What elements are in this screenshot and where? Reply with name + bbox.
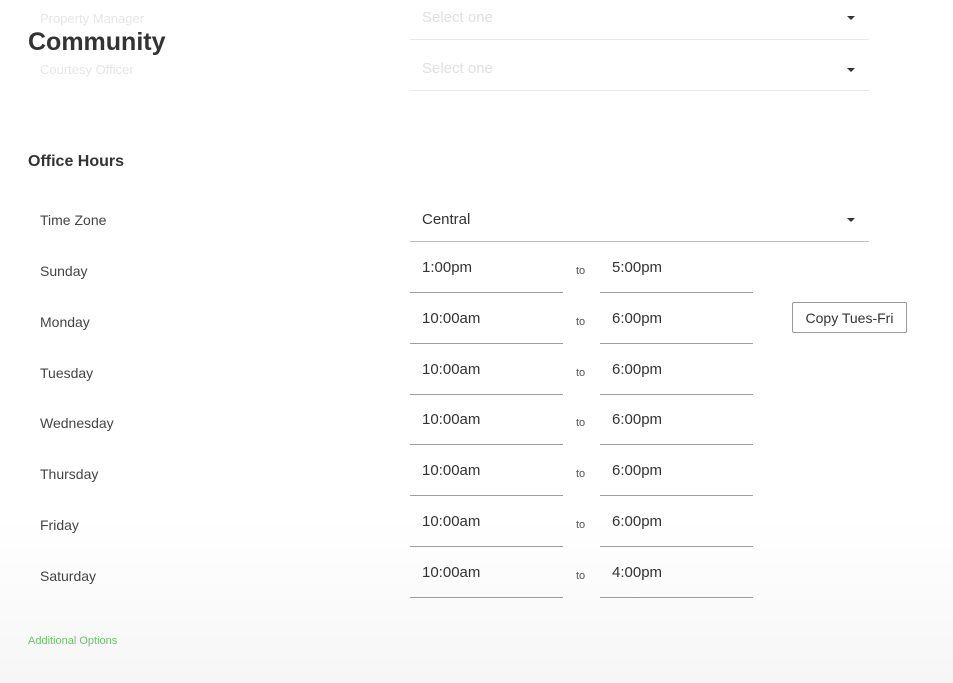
open-time-value: 10:00am [422, 462, 481, 479]
courtesy-officer-select[interactable]: Select one [410, 40, 869, 91]
close-time-value: 6:00pm [612, 462, 663, 479]
open-time-input[interactable]: 10:00am [410, 344, 563, 395]
close-time-input[interactable]: 6:00pm [600, 293, 753, 344]
open-time-value: 10:00am [422, 310, 481, 327]
close-time-input[interactable]: 6:00pm [600, 445, 753, 496]
day-label: Friday [40, 517, 79, 533]
time-zone-value: Central [422, 211, 471, 228]
day-label: Tuesday [40, 365, 94, 381]
open-time-value: 10:00am [422, 361, 481, 378]
to-label: to [576, 417, 586, 429]
page-title: Community [28, 28, 166, 56]
additional-options-link[interactable]: Additional Options [28, 635, 117, 647]
caret-down-icon [847, 16, 855, 20]
close-time-value: 6:00pm [612, 513, 663, 530]
open-time-input[interactable]: 10:00am [410, 496, 563, 547]
open-time-value: 10:00am [422, 513, 481, 530]
close-time-input[interactable]: 6:00pm [600, 344, 753, 395]
to-label: to [576, 570, 586, 582]
close-time-input[interactable]: 5:00pm [600, 242, 753, 293]
to-label: to [576, 468, 586, 480]
property-manager-placeholder: Select one [422, 9, 493, 26]
to-label: to [576, 265, 586, 277]
to-label: to [576, 367, 586, 379]
open-time-value: 10:00am [422, 564, 481, 581]
close-time-input[interactable]: 6:00pm [600, 394, 753, 445]
copy-tues-fri-button[interactable]: Copy Tues-Fri [792, 302, 907, 333]
day-label: Saturday [40, 568, 97, 584]
day-label: Monday [40, 314, 90, 330]
courtesy-officer-placeholder: Select one [422, 60, 493, 77]
open-time-input[interactable]: 10:00am [410, 445, 563, 496]
office-hours-title: Office Hours [28, 153, 125, 170]
time-zone-label: Time Zone [40, 212, 107, 228]
open-time-value: 1:00pm [422, 259, 473, 276]
property-manager-select[interactable]: Select one [410, 0, 869, 40]
day-label: Wednesday [40, 415, 114, 431]
close-time-value: 6:00pm [612, 411, 663, 428]
property-manager-label: Property Manager [40, 11, 145, 26]
close-time-input[interactable]: 6:00pm [600, 496, 753, 547]
close-time-value: 4:00pm [612, 564, 663, 581]
time-zone-select[interactable]: Central [410, 191, 869, 242]
caret-down-icon [847, 218, 855, 222]
close-time-input[interactable]: 4:00pm [600, 547, 753, 598]
courtesy-officer-label: Courtesy Officer [40, 62, 134, 77]
close-time-value: 6:00pm [612, 310, 663, 327]
to-label: to [576, 316, 586, 328]
close-time-value: 6:00pm [612, 361, 663, 378]
caret-down-icon [847, 68, 855, 72]
open-time-input[interactable]: 10:00am [410, 394, 563, 445]
day-label: Sunday [40, 263, 88, 279]
to-label: to [576, 519, 586, 531]
open-time-input[interactable]: 10:00am [410, 293, 563, 344]
open-time-input[interactable]: 1:00pm [410, 242, 563, 293]
day-label: Thursday [40, 466, 99, 482]
close-time-value: 5:00pm [612, 259, 663, 276]
open-time-input[interactable]: 10:00am [410, 547, 563, 598]
open-time-value: 10:00am [422, 411, 481, 428]
